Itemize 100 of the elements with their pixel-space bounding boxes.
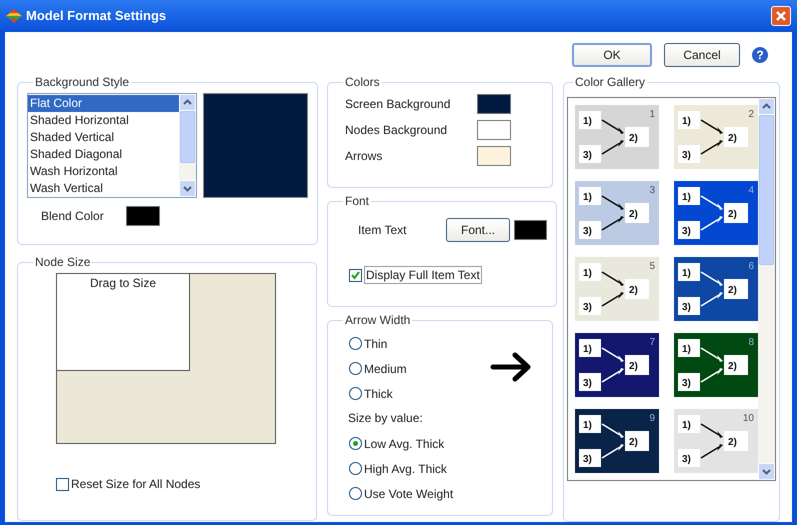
check-icon <box>351 270 360 280</box>
checkbox[interactable] <box>349 268 362 282</box>
node-box <box>625 431 649 451</box>
radio-label: Thin <box>364 336 388 352</box>
list-item[interactable]: Shaded Diagonal <box>28 146 179 163</box>
arrow <box>700 368 722 383</box>
arrow <box>700 347 722 362</box>
node-box <box>724 279 748 299</box>
node-label: 3) <box>682 226 690 237</box>
gallery-tile[interactable]: 5 1) 2) 3) <box>575 257 659 321</box>
node-label: 1) <box>682 268 690 279</box>
tile-number: 9 <box>649 413 655 424</box>
node-box <box>579 297 601 315</box>
gallery-tile[interactable]: 10 1) 2) 3) <box>674 409 758 473</box>
size-area[interactable]: Drag to Size <box>56 273 276 444</box>
field-label: Item Text <box>358 222 408 239</box>
gallery-tile[interactable]: 6 1) 2) 3) <box>674 257 758 321</box>
arrow <box>700 216 722 231</box>
node-label: 2) <box>629 133 638 144</box>
arrow <box>602 119 624 134</box>
node-box <box>678 339 700 357</box>
node-box <box>579 263 601 281</box>
node-box <box>579 339 601 357</box>
tile-number: 8 <box>748 337 754 348</box>
arrow-icon <box>490 351 532 383</box>
field-label: Arrows <box>345 148 382 165</box>
gallery-tile[interactable]: 7 1) 2) 3) <box>575 333 659 397</box>
node-label: 1) <box>682 192 690 203</box>
arrow <box>700 292 722 307</box>
close-icon <box>775 10 787 22</box>
gallery-tile[interactable]: 3 1) 2) 3) <box>575 181 659 245</box>
node-box <box>678 297 700 315</box>
radio-button[interactable] <box>349 362 362 375</box>
checkbox[interactable] <box>56 478 69 490</box>
help-button[interactable]: ? <box>752 46 768 62</box>
color-swatch[interactable] <box>126 206 160 226</box>
scrollbar[interactable] <box>758 98 775 480</box>
arrow <box>602 292 624 307</box>
group-title: Arrow Width <box>344 312 412 329</box>
close-button[interactable] <box>771 6 791 26</box>
node-preview[interactable]: Drag to Size <box>57 274 190 371</box>
node-box <box>678 415 700 433</box>
radio-button[interactable] <box>349 462 362 475</box>
arrow <box>602 423 624 438</box>
node-box <box>625 203 649 223</box>
arrow <box>602 140 624 155</box>
color-swatch[interactable] <box>514 220 547 240</box>
cancel-button[interactable]: Cancel <box>664 42 740 66</box>
node-label: 3) <box>682 378 690 389</box>
field-label: Screen Background <box>345 96 450 113</box>
tile-number: 7 <box>649 337 655 348</box>
radio-label: Thick <box>364 386 393 402</box>
radio-button[interactable] <box>349 487 362 500</box>
node-label: 3) <box>682 150 690 161</box>
list-item[interactable]: Shaded Horizontal <box>28 112 179 129</box>
node-box <box>579 145 601 163</box>
field-label: Blend Color <box>41 208 104 225</box>
node-box <box>724 355 748 375</box>
node-box <box>625 279 649 299</box>
gallery-tile[interactable]: 2 1) 2) 3) <box>674 105 758 169</box>
list-item[interactable]: Flat Color <box>28 95 179 112</box>
radio-button[interactable] <box>349 337 362 350</box>
node-label: 3) <box>583 226 592 237</box>
node-label: 1) <box>583 116 592 127</box>
app-icon <box>6 9 22 23</box>
tile-number: 5 <box>649 261 655 272</box>
node-label: 3) <box>682 302 690 313</box>
gallery-tile[interactable]: 9 1) 2) 3) <box>575 409 659 473</box>
scrollbar[interactable] <box>179 94 196 197</box>
arrow <box>700 140 722 155</box>
node-label: 3) <box>583 378 592 389</box>
arrow <box>602 216 624 231</box>
font-button[interactable]: Font... <box>446 218 510 242</box>
color-swatch[interactable] <box>477 120 511 140</box>
radio-button[interactable] <box>349 437 362 450</box>
radio-label: Medium <box>364 360 407 378</box>
node-box <box>678 263 700 281</box>
group-title: Node Size <box>34 254 92 271</box>
ok-button[interactable]: OK <box>572 42 652 66</box>
radio-label: Low Avg. Thick <box>364 436 444 452</box>
node-box <box>724 127 748 147</box>
list-item[interactable]: Shaded Vertical <box>28 129 179 146</box>
node-box <box>579 415 601 433</box>
tile-number: 6 <box>748 261 754 272</box>
tile-number: 4 <box>748 185 754 196</box>
radio-label: Use Vote Weight <box>364 486 454 502</box>
color-swatch[interactable] <box>477 94 511 114</box>
arrow <box>700 423 722 438</box>
gallery-tile[interactable]: 1 1) 2) 3) <box>575 105 659 169</box>
hint-text: Drag to Size <box>90 275 156 292</box>
radio-button[interactable] <box>349 387 362 400</box>
color-swatch[interactable] <box>477 146 511 166</box>
list-item[interactable]: Wash Horizontal <box>28 163 179 180</box>
node-label: 1) <box>682 116 690 127</box>
section-label: Size by value: <box>348 410 424 427</box>
gallery-tile[interactable]: 4 1) 2) 3) <box>674 181 758 245</box>
list-item[interactable]: Wash Vertical <box>28 180 179 197</box>
node-box <box>625 127 649 147</box>
arrow <box>602 271 624 286</box>
gallery-tile[interactable]: 8 1) 2) 3) <box>674 333 758 397</box>
